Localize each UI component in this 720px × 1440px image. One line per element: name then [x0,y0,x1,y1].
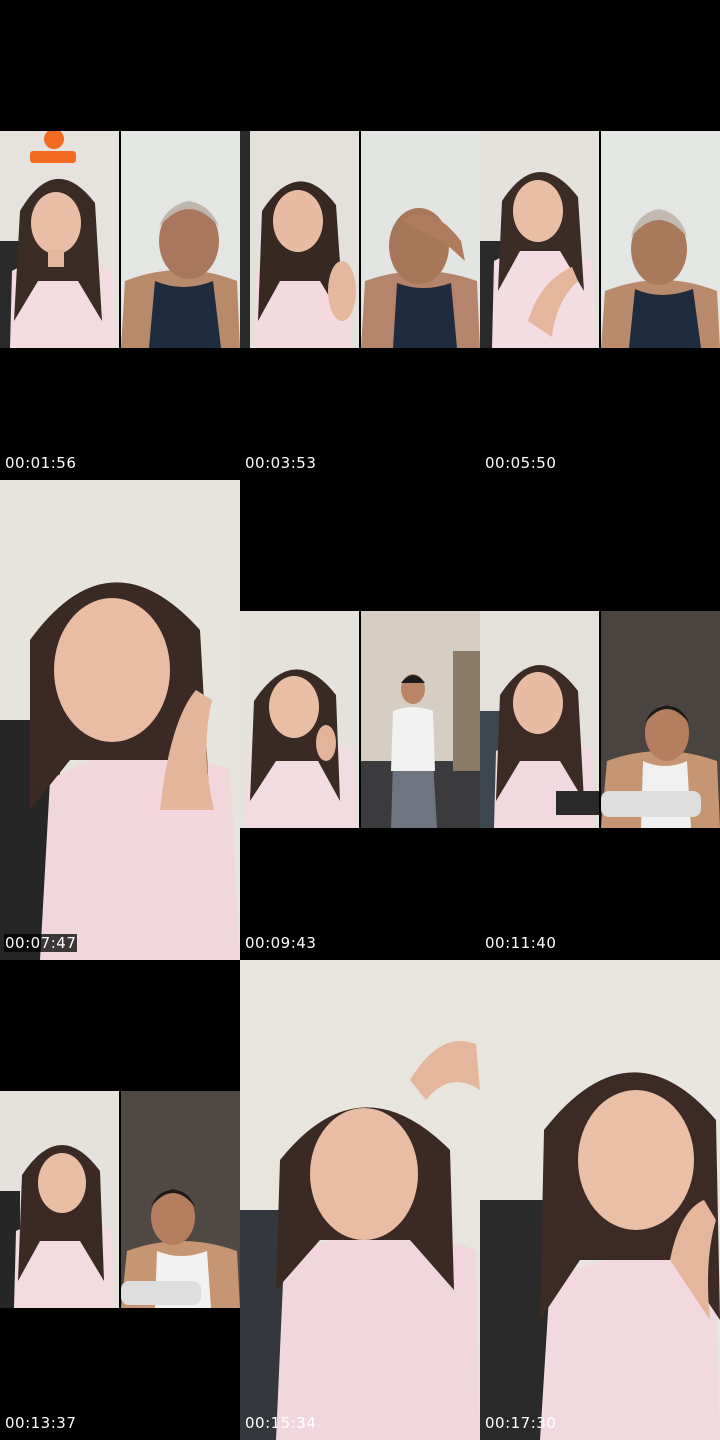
timestamp: 00:15:34 [245,1414,317,1432]
girl-pane [0,480,240,960]
girl-pane [480,960,720,1440]
video-frame [0,131,240,348]
live-badge-icon [30,131,76,163]
girl-pane [240,611,359,828]
girl-pane [480,611,599,828]
timestamp: 00:01:56 [5,454,77,472]
video-frame [240,131,480,348]
video-frame [240,611,480,828]
man-pane [601,131,720,348]
video-frame [240,960,480,1440]
timestamp: 00:05:50 [485,454,557,472]
man-pane [121,131,240,348]
thumbnail-5[interactable]: 00:09:43 [240,480,480,960]
timestamp: 00:09:43 [245,934,317,952]
thumbnail-7[interactable]: 00:13:37 [0,960,240,1440]
thumbnail-3[interactable]: 00:05:50 [480,0,720,480]
thumbnail-2[interactable]: 00:03:53 [240,0,480,480]
video-frame [480,131,720,348]
thumbnail-6[interactable]: 00:11:40 [480,480,720,960]
man-pane [361,131,480,348]
timestamp: 00:03:53 [245,454,317,472]
timestamp: 00:11:40 [485,934,557,952]
girl-pane [240,960,480,1440]
girl-pane [240,131,359,348]
thumbnail-8[interactable]: 00:15:34 [240,960,480,1440]
man-pane [121,1091,240,1308]
girl-pane [0,1091,119,1308]
man-pane [601,611,720,828]
video-frame [480,611,720,828]
thumbnail-1[interactable]: 00:01:56 [0,0,240,480]
video-frame [480,960,720,1440]
video-frame [0,480,240,960]
timestamp: 00:17:30 [485,1414,557,1432]
timestamp: 00:13:37 [5,1414,77,1432]
man-pane [361,611,480,828]
timestamp: 00:07:47 [4,934,78,952]
thumbnail-9[interactable]: 00:17:30 [480,960,720,1440]
video-frame [0,1091,240,1308]
thumbnail-4[interactable]: 00:07:47 [0,480,240,960]
girl-pane [480,131,599,348]
thumbnail-grid: 00:01:56 00:03:53 00:05:50 00:07:47 00:0… [0,0,720,1440]
